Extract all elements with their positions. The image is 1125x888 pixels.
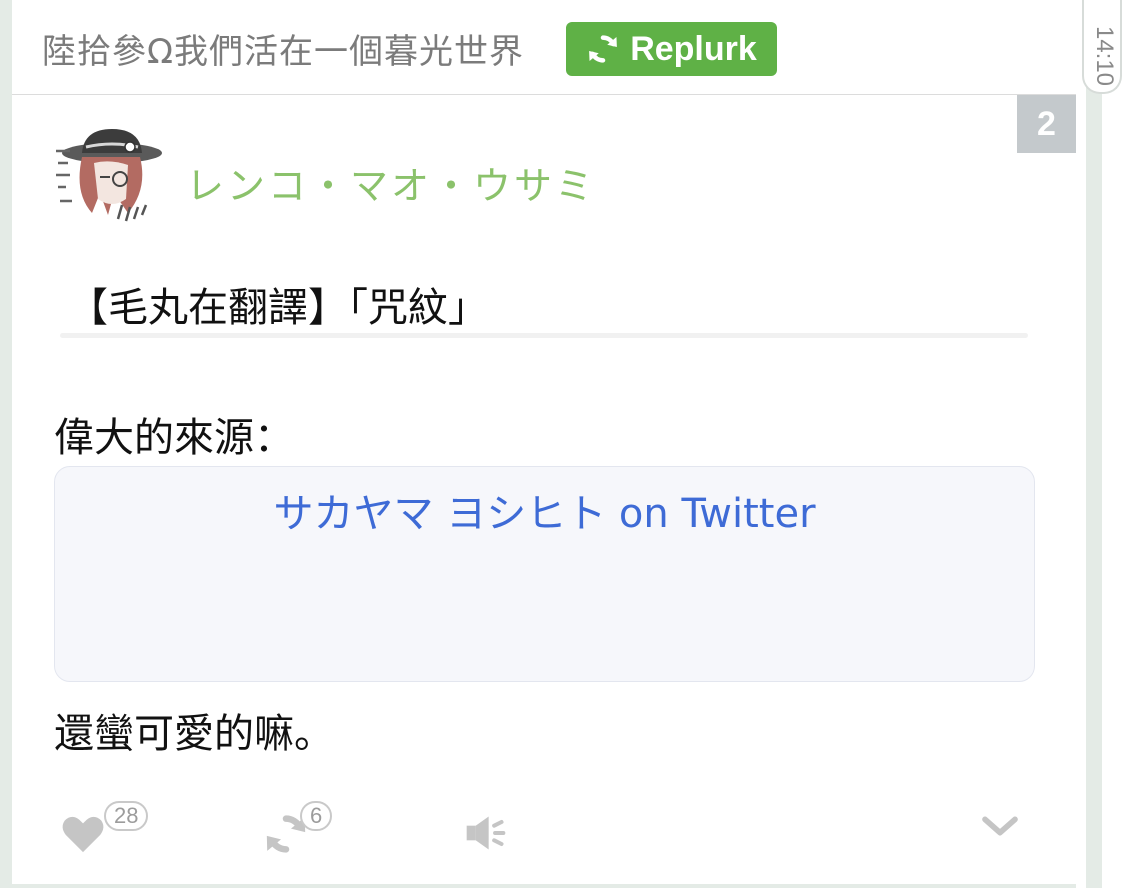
like-action[interactable]: 28 [60,801,170,861]
plurk-post: 2 レンコ・マオ・ウサミ 【毛丸在翻譯】「咒紋」 偉大的來源： サカヤマ ヨシヒ… [12,95,1076,888]
replurk-button-label: Replurk [630,29,757,68]
post-body-text: 還蠻可愛的嘛。 [54,711,334,757]
link-preview-card[interactable]: サカヤマ ヨシヒト on Twitter [54,466,1035,682]
replurk-action[interactable]: 6 [262,801,352,861]
card-bottom-border [12,884,1076,888]
plurk-screen: 陸拾參Ω我們活在一個暮光世界 Replurk 2 レンコ・マオ・ウサミ 【毛丸在… [0,0,1125,888]
title-divider [60,333,1028,338]
left-border [0,0,12,888]
chevron-down-icon [982,816,1018,836]
timestamp: 14:10 [1091,25,1118,87]
replurk-button[interactable]: Replurk [566,22,777,76]
like-count: 28 [104,801,149,831]
replurk-count: 6 [300,801,333,831]
timeline-rail [1086,0,1102,888]
mute-action[interactable] [462,801,522,861]
response-count-badge[interactable]: 2 [1017,95,1076,153]
avatar[interactable] [52,123,164,235]
source-label: 偉大的來源： [54,415,294,461]
author-name[interactable]: レンコ・マオ・ウサミ [186,155,596,210]
refresh-icon [589,35,618,63]
heart-icon [62,816,104,853]
page-title: 陸拾參Ω我們活在一個暮光世界 [42,32,524,72]
more-action[interactable] [980,801,1030,861]
plurk-header: 陸拾參Ω我們活在一個暮光世界 Replurk [12,0,1076,95]
link-preview-title[interactable]: サカヤマ ヨシヒト on Twitter [55,481,1034,539]
speaker-icon [466,816,506,850]
post-title: 【毛丸在翻譯】「咒紋」 [68,285,488,331]
timestamp-badge: 14:10 [1082,0,1122,94]
